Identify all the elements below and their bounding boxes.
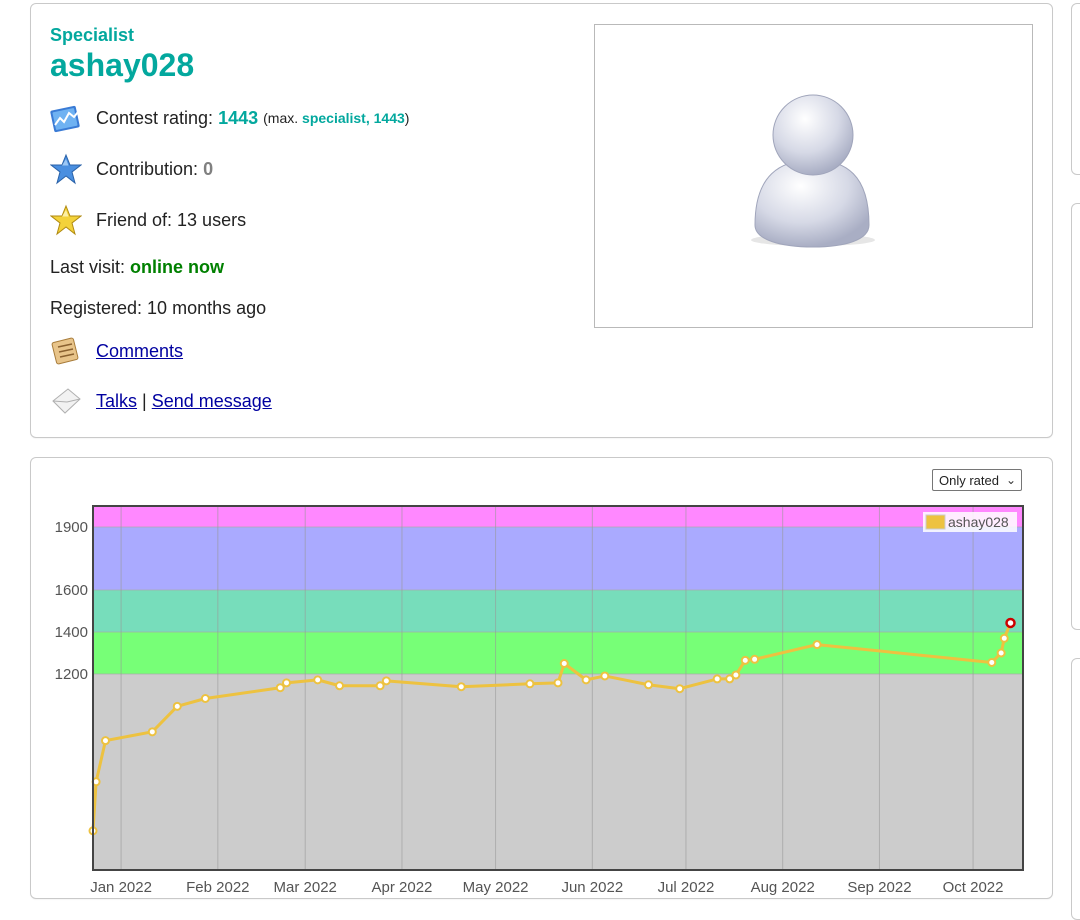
friend-of-text: Friend of: 13 users [96,209,247,230]
max-suffix: ) [404,110,410,126]
rating-point[interactable] [812,640,822,650]
send-message-link[interactable]: Send message [152,391,272,412]
rating-point[interactable] [996,648,1006,658]
comments-icon [51,337,79,365]
y-tick-label: 1400 [55,624,88,641]
rank-band [93,632,1023,674]
rating-point[interactable] [456,682,466,692]
comments-link[interactable]: Comments [96,341,183,362]
user-handle: ashay028 [50,47,195,83]
default-avatar-icon [751,94,875,248]
rating-point[interactable] [381,676,391,686]
rating-graph-card: Only rated ⌄ 1200 1400 1600 1900 Jan 2022 Fe… [30,457,1053,899]
rating-point[interactable] [600,671,610,681]
x-tick-label: Jun 2022 [561,879,623,896]
x-tick-label: Jan 2022 [90,879,152,896]
contest-rating-label: Contest rating: [96,107,214,128]
rating-point[interactable] [740,655,750,665]
talks-link[interactable]: Talks [96,391,137,412]
x-tick-label: Feb 2022 [186,879,249,896]
x-tick-label: May 2022 [463,879,529,896]
contribution-label: Contribution: [96,158,199,179]
sidebar-edge-top [1071,3,1080,175]
last-visit-value: online now [130,257,225,277]
rating-chart-icon [50,105,80,133]
last-visit-row: Last visit: online now [50,257,224,278]
rating-point[interactable] [712,674,722,684]
comments-row: Comments [50,335,183,367]
avatar-box [594,24,1033,328]
rating-point[interactable] [581,675,591,685]
legend-label: ashay028 [948,514,1009,530]
talks-row: Talks | Send message [50,385,272,417]
registered-row: Registered: 10 months ago [50,298,266,319]
chart-legend: ashay028 [923,512,1017,532]
gold-star-icon [50,204,82,236]
max-rating: specialist, 1443 [302,110,405,126]
rating-point[interactable] [313,675,323,685]
y-tick-label: 1600 [55,582,88,599]
rank-band [93,674,1023,870]
x-tick-label: Mar 2022 [274,879,337,896]
rating-point[interactable] [200,694,210,703]
blue-star-icon [50,153,82,185]
x-tick-label: Sep 2022 [847,879,911,896]
rank-band [93,506,1023,527]
rating-point[interactable] [553,678,563,688]
rating-point[interactable] [335,681,345,691]
last-visit-label: Last visit: [50,257,126,277]
y-tick-label: 1200 [55,666,88,683]
rating-point[interactable] [1005,617,1016,629]
rating-point[interactable] [644,680,654,690]
rating-point[interactable] [375,681,385,691]
friends-row: Friend of: 13 users [50,204,246,236]
envelope-icon [52,388,81,414]
y-tick-label: 1900 [55,519,88,536]
contest-rating-value: 1443 [218,107,259,128]
rating-point[interactable] [750,654,760,664]
rank-band [93,590,1023,632]
rating-point[interactable] [172,701,182,711]
rating-chart: 1200 1400 1600 1900 Jan 2022 Feb 2022 Mar 202… [55,505,1024,896]
link-separator: | [142,390,147,411]
contribution-value: 0 [203,158,214,179]
rating-point[interactable] [675,684,685,694]
registered-text: Registered: 10 months ago [50,298,267,318]
sidebar-edge-bottom [1071,658,1080,920]
user-rank: Specialist [50,25,135,45]
legend-swatch [925,514,946,530]
rating-point[interactable] [731,670,741,680]
rating-point[interactable] [559,659,569,668]
rating-point[interactable] [275,683,285,693]
rating-point[interactable] [147,727,157,737]
max-prefix: (max. [263,110,299,126]
rating-point[interactable] [987,657,997,667]
x-tick-label: Aug 2022 [751,879,815,896]
sidebar-edge-middle [1071,203,1080,630]
x-tick-label: Oct 2022 [943,879,1004,896]
x-tick-label: Apr 2022 [372,879,433,896]
rating-point[interactable] [281,678,291,688]
rank-band [93,527,1023,590]
contribution-row: Contribution: 0 [50,153,213,185]
rating-point[interactable] [100,736,110,746]
profile-card: Specialist ashay028 Contest rating: 1443… [30,3,1053,438]
rating-point[interactable] [525,679,535,689]
contest-rating-row: Contest rating: 1443 (max. specialist, 1… [50,102,409,134]
x-tick-label: Jul 2022 [658,879,715,896]
rating-point[interactable] [999,633,1009,643]
